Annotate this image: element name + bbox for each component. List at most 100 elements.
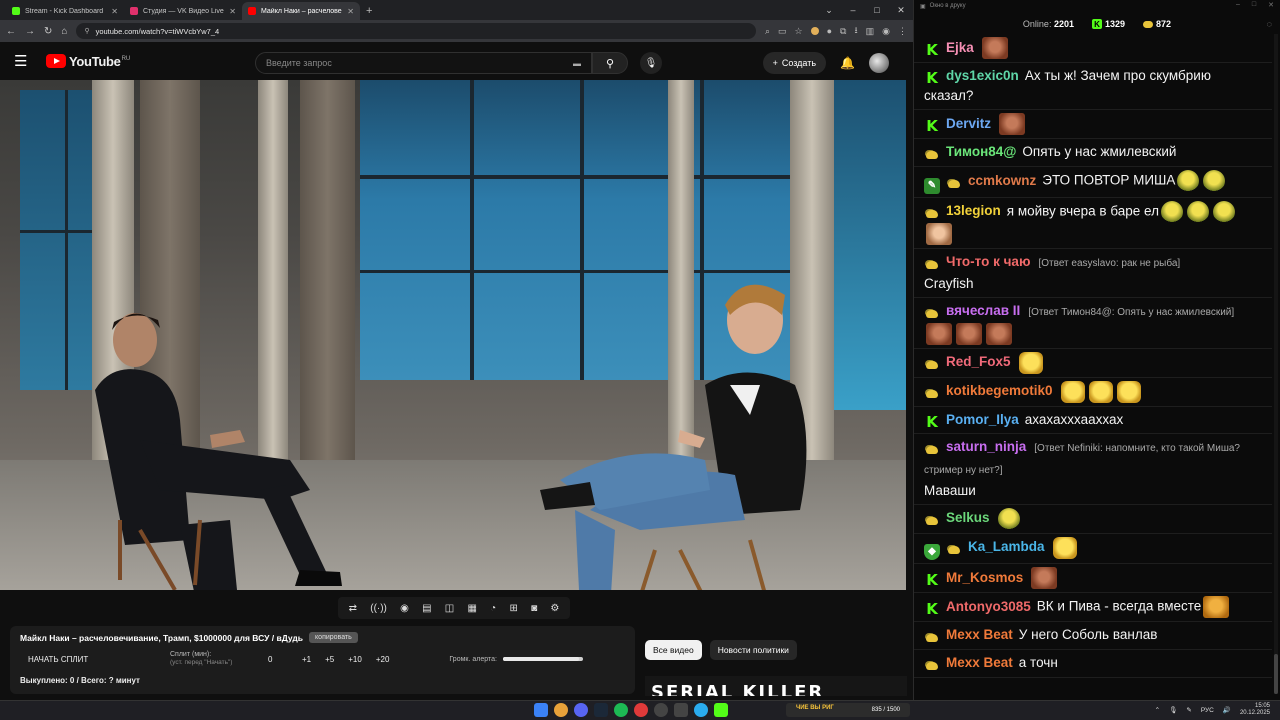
alert-volume-slider[interactable] [502, 657, 583, 662]
youtube-logo[interactable]: YouTube RU [46, 54, 130, 69]
pen-icon[interactable]: ✎ [1186, 706, 1191, 714]
tab-close-icon[interactable]: ✕ [111, 7, 118, 16]
screenshot-icon[interactable]: ◙ [531, 603, 537, 614]
speaker-icon[interactable]: 🔊 [1223, 706, 1231, 714]
chat-username[interactable]: kotikbegemotik0 [946, 383, 1053, 398]
recommended-video-thumbnail[interactable]: SERIAL KILLER [645, 676, 907, 696]
kick-app-icon[interactable] [714, 703, 728, 717]
chat-scrollbar[interactable] [1274, 34, 1278, 694]
account-avatar[interactable] [869, 53, 889, 73]
start-icon[interactable] [534, 703, 548, 717]
maximize-icon[interactable]: □ [1252, 1, 1256, 9]
chat-username[interactable]: saturn_ninja [946, 439, 1026, 454]
chat-settings-icon[interactable]: ◌ [1267, 19, 1272, 29]
discord-icon[interactable] [574, 703, 588, 717]
minimize-icon[interactable]: – [841, 0, 865, 20]
maximize-icon[interactable]: □ [865, 0, 889, 20]
close-window-icon[interactable]: ✕ [889, 0, 913, 20]
forward-icon[interactable]: → [25, 26, 35, 37]
taskbar-goal-widget[interactable]: ЧИЕ ВЫ РИГ 835 / 1500 [786, 703, 910, 717]
close-window-icon[interactable]: ✕ [1268, 1, 1274, 9]
obs-icon[interactable] [654, 703, 668, 717]
new-tab-button[interactable]: + [360, 2, 378, 20]
chat-scrollbar-thumb[interactable] [1274, 654, 1278, 694]
settings-gear-icon[interactable]: ⚙ [550, 603, 559, 614]
increment-button[interactable]: +1 [302, 655, 311, 664]
chat-username[interactable]: Тимон84@ [946, 144, 1016, 159]
increment-button[interactable]: +10 [348, 655, 362, 664]
chat-username[interactable]: 13legion [946, 203, 1001, 218]
chat-username[interactable]: Ejka [946, 40, 974, 55]
steam-icon[interactable] [594, 703, 608, 717]
chat-username[interactable]: ccmkownz [968, 173, 1036, 188]
resize-icon[interactable]: ◫ [445, 603, 454, 614]
back-icon[interactable]: ← [6, 26, 16, 37]
telegram-icon[interactable] [694, 703, 708, 717]
guide-menu-icon[interactable]: ☰ [14, 52, 32, 70]
speed-icon[interactable]: ◔ [490, 603, 496, 614]
increment-button[interactable]: +20 [376, 655, 390, 664]
chrome-icon[interactable] [554, 703, 568, 717]
search-input[interactable]: Введите запрос ▬ [255, 52, 592, 74]
zoom-icon[interactable]: ⌕ [765, 26, 770, 37]
chat-username[interactable]: вячеслав II [946, 303, 1020, 318]
clapperboard-icon[interactable]: ▤ [422, 603, 431, 614]
chat-messages[interactable]: K Ejka Kdys1exic0n Ах ты ж! Зачем про скумб… [914, 34, 1272, 700]
bookmark-star-icon[interactable]: ☆ [795, 26, 803, 37]
address-bar[interactable]: ⚲ youtube.com/watch?v=tiWVcbYw7_4 [76, 23, 756, 39]
chat-username[interactable]: Dervitz [946, 116, 991, 131]
extension-orange-icon[interactable] [810, 27, 819, 35]
chat-username[interactable]: Ka_Lambda [968, 539, 1045, 554]
tray-chevron-icon[interactable]: ⌃ [1155, 706, 1160, 714]
tab-close-icon[interactable]: ✕ [229, 7, 236, 16]
keyboard-icon[interactable]: ▬ [573, 59, 581, 68]
chat-username[interactable]: Pomor_Ilya [946, 412, 1019, 427]
spotify-icon[interactable] [614, 703, 628, 717]
home-icon[interactable]: ⌂ [61, 26, 67, 37]
browser-tab[interactable]: Студия — VK Видео Live ✕ [124, 2, 242, 20]
theater-icon[interactable]: ▦ [467, 603, 476, 614]
search-button[interactable]: ⚲ [592, 52, 628, 74]
sidepanel-icon[interactable]: ▥ [866, 26, 875, 37]
extension-red-icon[interactable]: ● [827, 26, 832, 36]
minimize-icon[interactable]: – [1236, 1, 1240, 9]
notifications-bell-icon[interactable]: 🔔 [840, 56, 855, 70]
chip-politics-news[interactable]: Новости политики [709, 640, 797, 660]
chat-username[interactable]: dys1exic0n [946, 68, 1019, 83]
split-minutes-input[interactable]: 0 [268, 655, 292, 664]
chat-username[interactable]: Mr_Kosmos [946, 570, 1023, 585]
loop-icon[interactable]: ⇄ [349, 603, 357, 614]
clock[interactable]: 15:05 20.12.2025 [1240, 703, 1270, 717]
tab-search-icon[interactable]: ⌄ [817, 0, 841, 20]
create-button[interactable]: + Создать [762, 52, 827, 74]
add-clip-icon[interactable]: ⊞ [509, 603, 517, 614]
menu-dots-icon[interactable]: ⋮ [898, 26, 907, 37]
voice-search-button[interactable]: 🎙 [640, 52, 662, 74]
site-info-icon[interactable]: ⚲ [84, 27, 89, 35]
copy-title-button[interactable]: копировать [309, 632, 358, 643]
video-player[interactable] [0, 80, 906, 590]
chip-all-videos[interactable]: Все видео [645, 640, 702, 660]
browser-tab[interactable]: Stream - Kick Dashboard ✕ [6, 2, 124, 20]
cast-icon[interactable]: ▭ [778, 26, 787, 37]
browser-tab[interactable]: Майкл Наки – расчелове ✕ [242, 2, 360, 20]
download-icon[interactable]: ⭳ [854, 23, 857, 39]
chat-username[interactable]: Red_Fox5 [946, 354, 1011, 369]
chat-username[interactable]: Mexx Beat [946, 627, 1013, 642]
increment-button[interactable]: +5 [325, 655, 334, 664]
start-split-button[interactable]: НАЧАТЬ СПЛИТ [20, 655, 110, 664]
app-dark-icon[interactable] [674, 703, 688, 717]
chat-username[interactable]: Selkus [946, 510, 990, 525]
tab-close-icon[interactable]: ✕ [347, 7, 354, 16]
chat-username[interactable]: Antonyo3085 [946, 599, 1031, 614]
chat-username[interactable]: Mexx Beat [946, 655, 1013, 670]
broadcast-icon[interactable]: ((·)) [370, 603, 387, 614]
chat-username[interactable]: Что-то к чаю [946, 254, 1030, 269]
puzzle-icon[interactable]: ⧉ [840, 26, 846, 37]
profile-icon[interactable]: ◉ [882, 26, 890, 37]
mic-icon[interactable]: 🎙 [1169, 706, 1177, 714]
app-red-icon[interactable] [634, 703, 648, 717]
reload-icon[interactable]: ↻ [44, 26, 52, 37]
eye-icon[interactable]: ◉ [400, 603, 409, 614]
language-indicator[interactable]: РУС [1201, 707, 1214, 714]
